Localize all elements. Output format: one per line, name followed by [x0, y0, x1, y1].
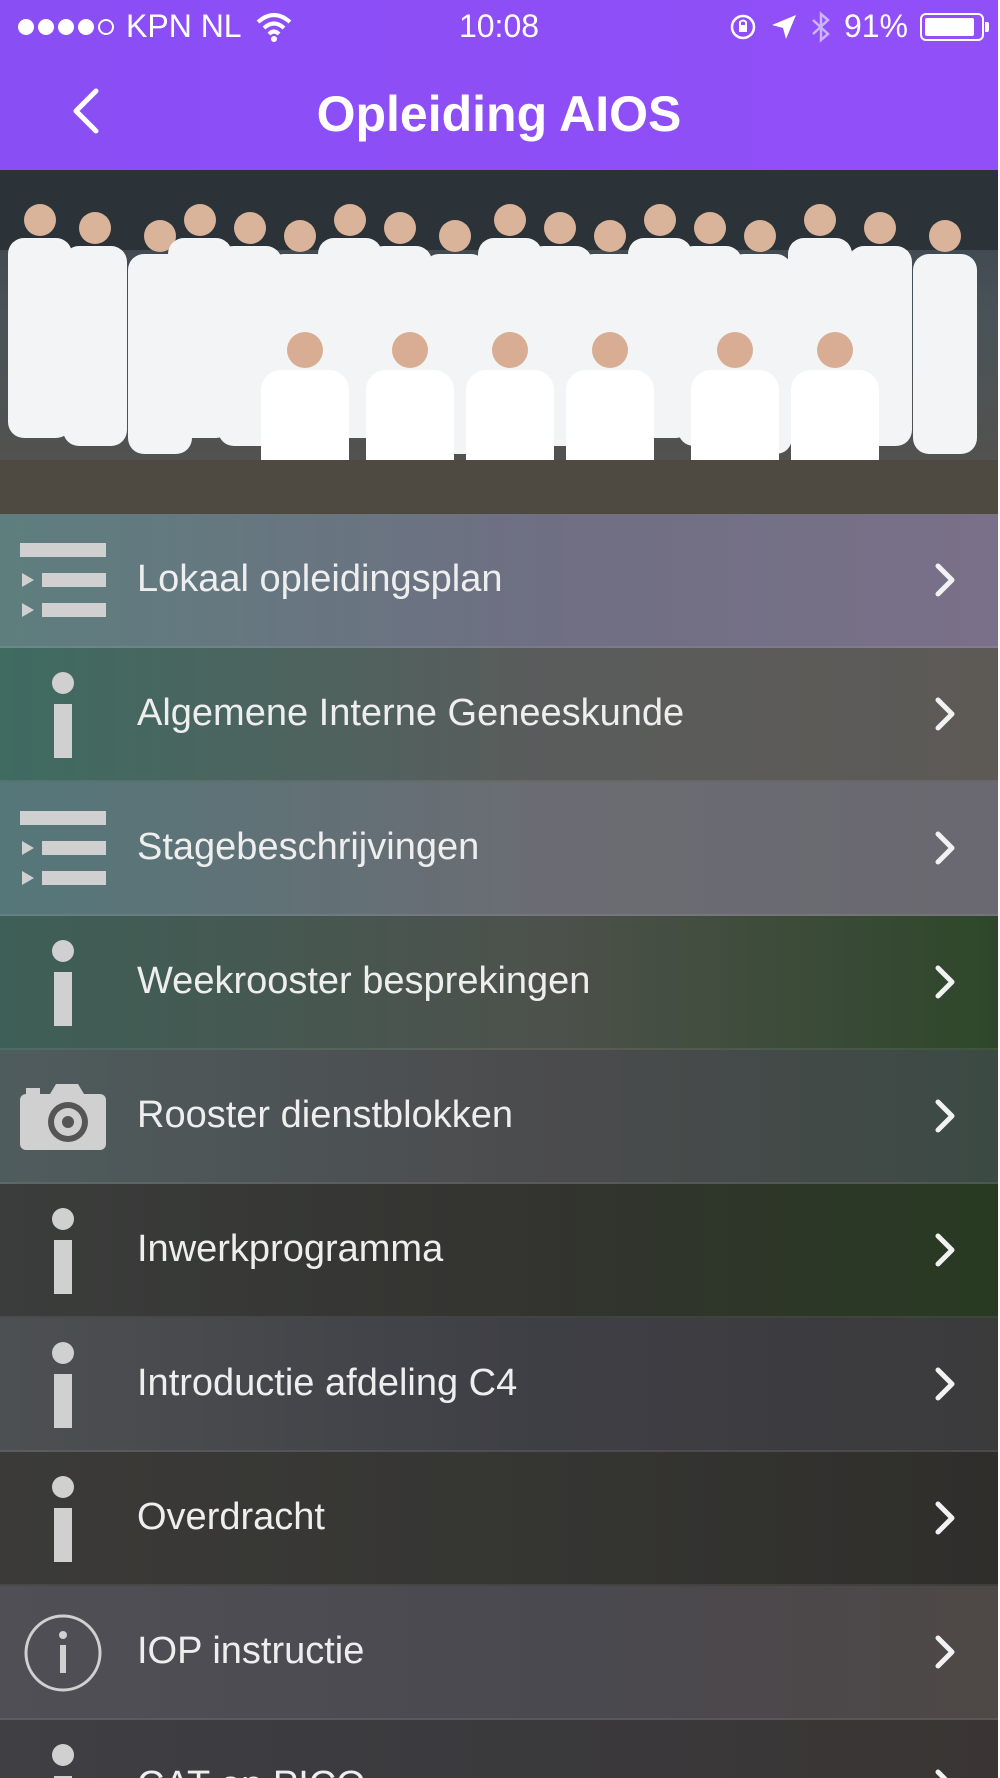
menu-item-label: Stagebeschrijvingen [137, 826, 480, 868]
menu-list: Lokaal opleidingsplan Algemene Interne Ge… [0, 514, 998, 1778]
group-photo [0, 170, 998, 514]
menu-item[interactable]: Inwerkprogramma [0, 1184, 998, 1318]
camera-icon [18, 1072, 108, 1162]
location-arrow-icon [771, 14, 796, 39]
menu-item[interactable]: Weekrooster besprekingen [0, 916, 998, 1050]
chevron-right-icon [935, 831, 955, 865]
battery-icon [920, 12, 989, 41]
chevron-right-icon [935, 1769, 948, 1778]
list-icon [18, 804, 108, 894]
menu-item[interactable]: Rooster dienstblokken [0, 1050, 998, 1184]
orientation-lock-icon [730, 14, 756, 39]
photo-person-head [439, 220, 471, 252]
photo-person-head [694, 212, 726, 244]
chevron-right-icon [935, 1635, 955, 1669]
info-icon [18, 1340, 108, 1430]
menu-item[interactable]: Overdracht [0, 1452, 998, 1586]
photo-person-head [234, 212, 266, 244]
photo-person-head [817, 332, 853, 368]
chevron-right-icon [935, 1367, 955, 1401]
menu-item[interactable]: Algemene Interne Geneeskunde [0, 648, 998, 782]
photo-person-head [24, 204, 56, 236]
photo-person-head [864, 212, 896, 244]
photo-person-head [592, 332, 628, 368]
menu-item[interactable]: Lokaal opleidingsplan [0, 514, 998, 648]
chevron-right-icon [935, 563, 955, 597]
photo-person-head [744, 220, 776, 252]
list-icon [18, 536, 108, 626]
menu-item[interactable]: Stagebeschrijvingen [0, 782, 998, 916]
photo-person-head [384, 212, 416, 244]
info-icon [18, 938, 108, 1028]
menu-item-label: Inwerkprogramma [137, 1228, 444, 1270]
menu-item[interactable]: IOP instructie [0, 1586, 998, 1720]
page-title: Opleiding AIOS [316, 86, 682, 142]
chevron-right-icon [935, 1501, 955, 1535]
menu-item-label: CAT en PICO [137, 1764, 366, 1778]
chevron-right-icon [935, 965, 955, 999]
chevron-right-icon [935, 1099, 955, 1133]
menu-item-label: Algemene Interne Geneeskunde [137, 692, 685, 734]
photo-person-head [494, 204, 526, 236]
menu-item[interactable]: CAT en PICO [0, 1720, 998, 1778]
chevron-right-icon [935, 1233, 955, 1267]
photo-person-coat [913, 254, 977, 454]
battery-fill [925, 17, 975, 36]
photo-person-head [492, 332, 528, 368]
menu-item-label: Overdracht [137, 1496, 325, 1538]
photo-person-head [287, 332, 323, 368]
photo-person-head [284, 220, 316, 252]
menu-item-label: Introductie afdeling C4 [137, 1362, 518, 1404]
info-circle-icon [18, 1608, 108, 1698]
chevron-right-icon [935, 697, 955, 731]
menu-item-label: IOP instructie [137, 1630, 365, 1672]
info-icon [18, 670, 108, 760]
status-right: 91% [728, 8, 989, 45]
photo-person-head [184, 204, 216, 236]
photo-ground [0, 460, 998, 514]
info-icon [18, 1474, 108, 1564]
navigation-bar: Opleiding AIOS [0, 55, 998, 170]
battery-percent: 91% [843, 8, 908, 44]
photo-person-head [929, 220, 961, 252]
photo-person-head [594, 220, 626, 252]
menu-item-label: Lokaal opleidingsplan [137, 558, 503, 600]
status-bar: KPN NL 10:08 91% [0, 0, 998, 55]
photo-person-head [717, 332, 753, 368]
photo-person-coat [63, 246, 127, 446]
photo-person-head [334, 204, 366, 236]
menu-item-label: Rooster dienstblokken [137, 1094, 513, 1136]
photo-person-head [79, 212, 111, 244]
info-icon [18, 1206, 108, 1296]
info-icon [18, 1742, 108, 1778]
photo-person-head [804, 204, 836, 236]
photo-person-head [644, 204, 676, 236]
app-screen: KPN NL 10:08 91% Opleiding AIOS Lokaal o… [0, 0, 998, 1778]
photo-person-head [544, 212, 576, 244]
photo-person-coat [8, 238, 72, 438]
menu-item-label: Weekrooster besprekingen [137, 960, 591, 1002]
menu-item[interactable]: Introductie afdeling C4 [0, 1318, 998, 1452]
photo-person-head [392, 332, 428, 368]
bluetooth-icon [812, 10, 830, 43]
